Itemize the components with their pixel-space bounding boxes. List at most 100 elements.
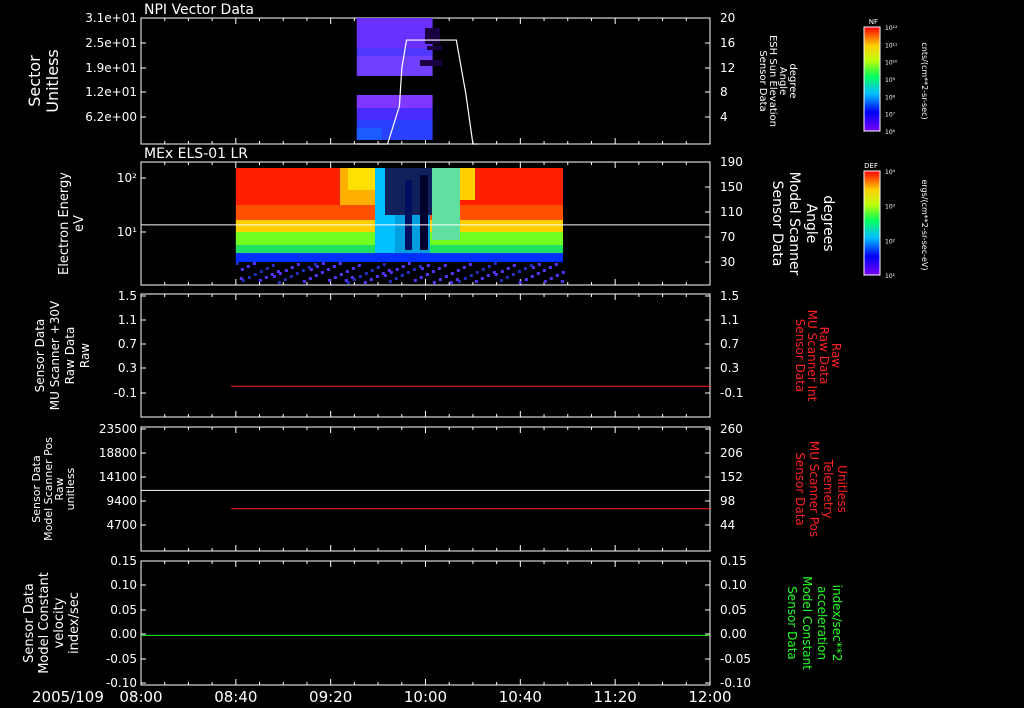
spectrogram-dot (426, 264, 430, 267)
spectrogram-dot (345, 270, 349, 273)
right-tick-label: -0.05 (720, 652, 751, 666)
x-tick-label: 12:00 (688, 688, 731, 706)
left-axis-label: unitless (64, 467, 77, 510)
right-axis-label: degree (787, 63, 798, 98)
right-axis-label: MU Scanner Pos (807, 441, 821, 537)
spectrogram-dot (412, 268, 416, 271)
spectrogram-dot (358, 275, 362, 278)
left-tick-label: 4700 (106, 518, 137, 532)
spectrogram-dot (387, 269, 391, 272)
right-tick-label: 0.3 (720, 361, 739, 375)
left-tick-label: -0.1 (114, 386, 137, 400)
right-tick-label: 0.00 (720, 627, 747, 641)
left-tick-label: 2.5e+01 (85, 36, 137, 50)
spectrogram-dot (492, 271, 496, 274)
colorbar-unit: ergs/(cm**2-sr-sec-eV) (920, 179, 929, 270)
spectrogram-dot (474, 280, 478, 283)
panel-frame (140, 293, 711, 418)
spectrogram-dot (475, 271, 479, 274)
spectrogram-dot (512, 264, 516, 267)
right-tick-label: 0.05 (720, 603, 747, 617)
spectrogram-dot (295, 272, 299, 275)
left-tick-label: 0.10 (110, 578, 137, 592)
spectrogram-dot (308, 277, 312, 280)
spectrogram-dot (395, 268, 399, 271)
left-tick-label: 0.7 (118, 337, 137, 351)
colorbar-tick: 10¹ (885, 273, 896, 280)
right-tick-label: 110 (720, 205, 743, 219)
left-axis-label: Electron Energy (57, 172, 72, 275)
right-tick-label: 30 (720, 255, 735, 269)
left-tick-label: 23500 (99, 422, 137, 436)
spectrogram-dot (289, 275, 293, 278)
left-tick-label: 1.9e+01 (85, 61, 137, 75)
x-tick-label: 08:40 (214, 688, 257, 706)
right-tick-label: 1.1 (720, 313, 739, 327)
spectrogram-dot (529, 264, 533, 267)
colorbar-label: DEF (864, 162, 878, 170)
colorbar-tick: 10⁶ (885, 129, 896, 136)
spectrogram-dot (449, 281, 453, 284)
right-axis-label: degrees (820, 195, 836, 251)
right-axis-label: Telemetry (821, 458, 835, 518)
spectrogram-dot (302, 280, 306, 283)
spectrogram-dot (499, 279, 503, 282)
spectrogram-dot (301, 269, 305, 272)
spectrogram-dot (487, 265, 491, 268)
spectrogram-dot (314, 274, 318, 277)
right-axis-label: Raw (829, 343, 843, 368)
right-axis-label: Angle (777, 67, 788, 95)
spectrogram-dot (418, 265, 422, 268)
spectrogram-dot (549, 277, 553, 280)
right-axis-label: Sensor Data (757, 50, 768, 111)
right-tick-label: -0.1 (720, 386, 743, 400)
spectrogram-dot (493, 262, 497, 265)
right-axis-label: Angle (803, 204, 819, 244)
spectrogram-dot (259, 270, 263, 273)
spectrogram-dot (290, 266, 294, 269)
spectrogram-dot (462, 266, 466, 269)
spectrogram-cell (405, 180, 412, 250)
plot-labels: NPI Vector Data 3.1e+01 2.5e+01 1.9e+01 1.2e… (22, 2, 929, 706)
left-axis-label: Sensor Data (33, 319, 47, 393)
spectrogram-dot (321, 262, 325, 265)
right-axis-label: Model Scanner (786, 172, 802, 276)
spectrogram-dot (401, 265, 405, 268)
x-tick-label: 10:40 (499, 688, 542, 706)
spectrogram-dot (413, 279, 417, 282)
spectrogram-dot (419, 276, 423, 279)
left-tick-label: 1.5 (118, 289, 137, 303)
spectrogram-dot (543, 280, 547, 283)
spectrogram-band (235, 253, 564, 262)
spectrogram-dot (468, 263, 472, 266)
right-axis-label: acceleration (815, 586, 829, 660)
panel-title: MEx ELS-01 LR (144, 146, 248, 162)
colorbar (863, 170, 881, 276)
colorbar-tick: 10¹⁰ (885, 60, 898, 67)
colorbar-label: NF (869, 18, 878, 26)
spectrogram-dot (283, 278, 287, 281)
spectrogram-dot (258, 279, 262, 282)
spectrogram-cell (420, 175, 428, 250)
right-axis-label: ESH Sun Elevation (767, 35, 778, 127)
right-axis-label: Sensor Data (793, 319, 807, 393)
left-axis-label: Sector (25, 55, 44, 107)
right-axis-label: Raw Data (817, 327, 831, 385)
left-axis-label: Model Constant (37, 572, 52, 674)
spectrogram-dot (456, 269, 460, 272)
left-tick-label: 1.1 (118, 313, 137, 327)
spectrogram-dot (523, 267, 527, 270)
left-tick-label: 0.15 (110, 554, 137, 568)
spectrogram-dot (332, 265, 336, 268)
spectrogram-dot (296, 263, 300, 266)
spectrogram-dot (542, 269, 546, 272)
colorbar-tick: 10¹¹ (885, 42, 898, 49)
spectrogram-dot (363, 281, 367, 284)
spectrogram-dot (481, 268, 485, 271)
spectrogram-dot (394, 277, 398, 280)
right-tick-label: 190 (720, 155, 743, 169)
left-axis-label: Sensor Data (22, 583, 37, 663)
spectrogram-dot (524, 278, 528, 281)
spectrogram-dot (247, 276, 251, 279)
spectrogram-dot (443, 264, 447, 267)
